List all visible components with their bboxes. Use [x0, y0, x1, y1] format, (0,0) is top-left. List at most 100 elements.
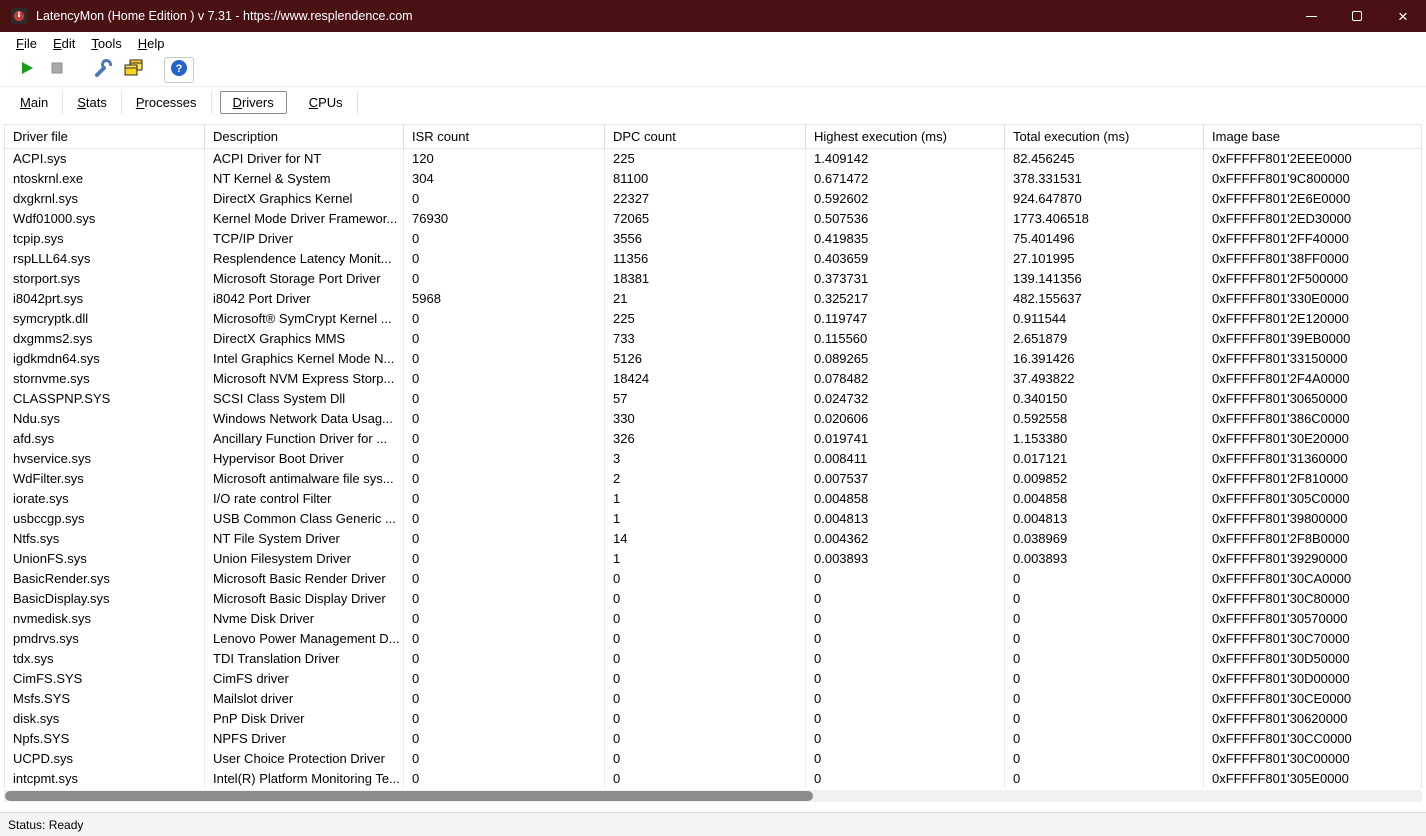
menu-edit[interactable]: Edit [45, 34, 83, 53]
table-cell: 0.089265 [806, 349, 1005, 369]
menu-file[interactable]: File [8, 34, 45, 53]
table-cell: Microsoft Basic Display Driver [205, 589, 404, 609]
table-cell: 0 [404, 349, 605, 369]
start-monitor-button[interactable] [12, 57, 42, 83]
table-cell: 81100 [605, 169, 806, 189]
table-cell: 75.401496 [1005, 229, 1204, 249]
stop-monitor-button[interactable] [42, 57, 72, 83]
table-row[interactable]: BasicRender.sysMicrosoft Basic Render Dr… [5, 569, 1421, 589]
table-cell: disk.sys [5, 709, 205, 729]
maximize-icon [1352, 11, 1362, 21]
table-row[interactable]: CimFS.SYSCimFS driver00000xFFFFF801'30D0… [5, 669, 1421, 689]
table-cell: 0 [404, 229, 605, 249]
column-header[interactable]: Description [205, 125, 404, 148]
table-row[interactable]: UnionFS.sysUnion Filesystem Driver010.00… [5, 549, 1421, 569]
table-row[interactable]: ntoskrnl.exeNT Kernel & System304811000.… [5, 169, 1421, 189]
column-header[interactable]: ISR count [404, 125, 605, 148]
table-cell: 0xFFFFF801'30CA0000 [1204, 569, 1421, 589]
table-cell: iorate.sys [5, 489, 205, 509]
minimize-button[interactable] [1288, 0, 1334, 32]
menu-help[interactable]: Help [130, 34, 173, 53]
table-cell: 0xFFFFF801'30620000 [1204, 709, 1421, 729]
table-cell: Npfs.SYS [5, 729, 205, 749]
table-row[interactable]: Ntfs.sysNT File System Driver0140.004362… [5, 529, 1421, 549]
options-button[interactable] [88, 57, 118, 83]
table-cell: 0 [1005, 609, 1204, 629]
table-row[interactable]: BasicDisplay.sysMicrosoft Basic Display … [5, 589, 1421, 609]
help-button[interactable]: ? [164, 57, 194, 83]
column-header[interactable]: Total execution (ms) [1005, 125, 1204, 148]
column-header[interactable]: DPC count [605, 125, 806, 148]
table-row[interactable]: ACPI.sysACPI Driver for NT1202251.409142… [5, 149, 1421, 169]
table-cell: symcryptk.dll [5, 309, 205, 329]
table-row[interactable]: disk.sysPnP Disk Driver00000xFFFFF801'30… [5, 709, 1421, 729]
table-row[interactable]: tdx.sysTDI Translation Driver00000xFFFFF… [5, 649, 1421, 669]
tab-stats[interactable]: Stats [63, 91, 122, 114]
table-row[interactable]: storport.sysMicrosoft Storage Port Drive… [5, 269, 1421, 289]
table-row[interactable]: intcpmt.sysIntel(R) Platform Monitoring … [5, 769, 1421, 788]
table-row[interactable]: i8042prt.sysi8042 Port Driver5968210.325… [5, 289, 1421, 309]
table-cell: 0.507536 [806, 209, 1005, 229]
table-row[interactable]: WdFilter.sysMicrosoft antimalware file s… [5, 469, 1421, 489]
table-row[interactable]: UCPD.sysUser Choice Protection Driver000… [5, 749, 1421, 769]
table-cell: 0 [605, 749, 806, 769]
table-cell: usbccgp.sys [5, 509, 205, 529]
table-cell: 0 [806, 709, 1005, 729]
table-cell: 0 [1005, 689, 1204, 709]
table-cell: 0xFFFFF801'39EB0000 [1204, 329, 1421, 349]
maximize-button[interactable] [1334, 0, 1380, 32]
table-row[interactable]: tcpip.sysTCP/IP Driver035560.41983575.40… [5, 229, 1421, 249]
tab-main[interactable]: Main [6, 91, 63, 114]
minimize-icon [1306, 16, 1317, 17]
column-header[interactable]: Driver file [5, 125, 205, 148]
horizontal-scrollbar[interactable] [4, 790, 1422, 802]
table-row[interactable]: rspLLL64.sysResplendence Latency Monit..… [5, 249, 1421, 269]
table-row[interactable]: iorate.sysI/O rate control Filter010.004… [5, 489, 1421, 509]
table-cell: 2.651879 [1005, 329, 1204, 349]
column-header[interactable]: Highest execution (ms) [806, 125, 1005, 148]
table-cell: pmdrvs.sys [5, 629, 205, 649]
table-cell: 0.340150 [1005, 389, 1204, 409]
table-cell: 0.592602 [806, 189, 1005, 209]
table-cell: NT File System Driver [205, 529, 404, 549]
table-row[interactable]: dxgmms2.sysDirectX Graphics MMS07330.115… [5, 329, 1421, 349]
close-button[interactable]: × [1380, 0, 1426, 32]
table-row[interactable]: stornvme.sysMicrosoft NVM Express Storp.… [5, 369, 1421, 389]
table-cell: i8042prt.sys [5, 289, 205, 309]
table-row[interactable]: usbccgp.sysUSB Common Class Generic ...0… [5, 509, 1421, 529]
table-row[interactable]: Ndu.sysWindows Network Data Usag...03300… [5, 409, 1421, 429]
report-button[interactable] [118, 57, 148, 83]
table-row[interactable]: dxgkrnl.sysDirectX Graphics Kernel022327… [5, 189, 1421, 209]
table-cell: 0 [404, 489, 605, 509]
hscroll-thumb[interactable] [5, 791, 813, 801]
tab-cpus[interactable]: CPUs [295, 91, 358, 114]
table-row[interactable]: igdkmdn64.sysIntel Graphics Kernel Mode … [5, 349, 1421, 369]
table-cell: 0 [404, 509, 605, 529]
table-cell: 0.004362 [806, 529, 1005, 549]
column-header[interactable]: Image base [1204, 125, 1421, 148]
table-row[interactable]: hvservice.sysHypervisor Boot Driver030.0… [5, 449, 1421, 469]
tab-drivers[interactable]: Drivers [220, 91, 287, 114]
table-row[interactable]: Msfs.SYSMailslot driver00000xFFFFF801'30… [5, 689, 1421, 709]
menu-tools[interactable]: Tools [83, 34, 129, 53]
table-row[interactable]: pmdrvs.sysLenovo Power Management D...00… [5, 629, 1421, 649]
table-row[interactable]: afd.sysAncillary Function Driver for ...… [5, 429, 1421, 449]
table-cell: 0.671472 [806, 169, 1005, 189]
table-row[interactable]: nvmedisk.sysNvme Disk Driver00000xFFFFF8… [5, 609, 1421, 629]
table-row[interactable]: Wdf01000.sysKernel Mode Driver Framewor.… [5, 209, 1421, 229]
table-cell: 0 [404, 249, 605, 269]
table-row[interactable]: CLASSPNP.SYSSCSI Class System Dll0570.02… [5, 389, 1421, 409]
table-cell: 0 [605, 609, 806, 629]
bottom-spacer [0, 802, 1426, 812]
tab-processes[interactable]: Processes [122, 91, 212, 114]
table-cell: 0 [806, 609, 1005, 629]
title-bar[interactable]: LatencyMon (Home Edition ) v 7.31 - http… [0, 0, 1426, 32]
table-cell: USB Common Class Generic ... [205, 509, 404, 529]
table-row[interactable]: Npfs.SYSNPFS Driver00000xFFFFF801'30CC00… [5, 729, 1421, 749]
table-row[interactable]: symcryptk.dllMicrosoft® SymCrypt Kernel … [5, 309, 1421, 329]
table-cell: 1.153380 [1005, 429, 1204, 449]
table-cell: 0xFFFFF801'305E0000 [1204, 769, 1421, 788]
table-cell: 0 [404, 749, 605, 769]
table-cell: TCP/IP Driver [205, 229, 404, 249]
table-cell: 0 [404, 309, 605, 329]
